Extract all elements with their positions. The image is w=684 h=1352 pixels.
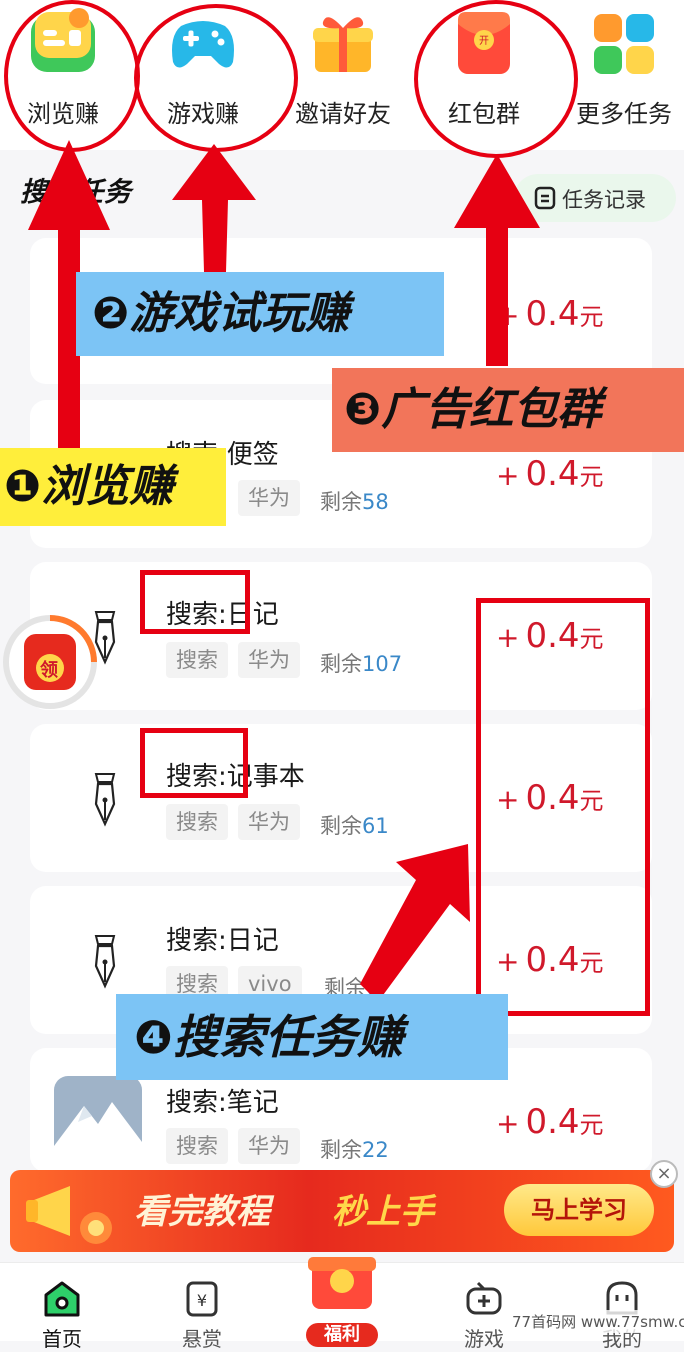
fountain-pen-icon <box>94 935 116 989</box>
remaining-count: 剩余58 <box>320 490 389 514</box>
annotation-label-browse: ❶浏览赚 <box>0 448 226 526</box>
task-log-button[interactable]: 任务记录 <box>514 174 676 222</box>
tutorial-banner[interactable]: 看完教程 秒上手 马上学习 <box>10 1170 674 1252</box>
highlight-circle <box>4 0 140 152</box>
shortcut-label: 邀请好友 <box>295 100 391 128</box>
banner-close-icon[interactable]: × <box>650 1160 678 1188</box>
task-log-label: 任务记录 <box>562 188 646 212</box>
banner-text: 看完教程 <box>134 1192 270 1232</box>
remaining-count: 剩余22 <box>320 1138 389 1162</box>
annotation-label-search-task: ❹搜索任务赚 <box>116 994 508 1080</box>
game-icon <box>466 1281 502 1315</box>
shortcut-label: 更多任务 <box>576 100 672 128</box>
bounty-icon: ¥ <box>186 1281 218 1317</box>
reward-amount: +0.4元 <box>496 1102 604 1142</box>
highlight-box <box>476 598 650 1016</box>
reward-amount: +0.4元 <box>496 294 604 334</box>
annotation-label-game-trial: ❷游戏试玩赚 <box>76 272 444 356</box>
fountain-pen-icon <box>94 773 116 827</box>
nav-label: 首页 <box>42 1327 82 1351</box>
home-icon <box>44 1281 80 1317</box>
learn-now-button[interactable]: 马上学习 <box>504 1184 654 1236</box>
badge-text: 领 <box>40 660 58 681</box>
more-tasks-icon <box>594 14 654 74</box>
nav-label-highlight: 福利 <box>306 1323 378 1347</box>
welfare-icon <box>308 1257 376 1309</box>
task-title: 搜索:日记 <box>166 926 279 956</box>
task-tag: 华为 <box>238 642 300 678</box>
svg-text:¥: ¥ <box>197 1291 207 1310</box>
task-tag: 华为 <box>238 1128 300 1164</box>
floating-red-envelope-button[interactable]: 领 <box>2 614 98 710</box>
app-icon <box>54 1076 142 1164</box>
highlight-box <box>140 570 250 634</box>
highlight-circle <box>134 4 298 152</box>
task-tag: 搜索 <box>166 1128 228 1164</box>
remaining-count: 剩余107 <box>320 652 403 676</box>
reward-amount: +0.4元 <box>496 454 604 494</box>
document-icon <box>534 186 556 210</box>
nav-label: 悬赏 <box>182 1327 222 1351</box>
highlight-circle <box>414 0 578 158</box>
remaining-count: 剩余61 <box>320 814 389 838</box>
task-title: 搜索:笔记 <box>166 1088 279 1118</box>
annotation-label-ad-red-envelope: ❸广告红包群 <box>332 368 684 452</box>
task-tag: 搜索 <box>166 642 228 678</box>
section-title: 搜索任务 <box>20 177 132 208</box>
task-tag: 搜索 <box>166 804 228 840</box>
banner-text-highlight: 秒上手 <box>332 1192 434 1232</box>
task-tag: 华为 <box>238 480 300 516</box>
highlight-box <box>140 728 248 798</box>
watermark: 77首码网 www.77smw.com <box>508 1310 684 1333</box>
megaphone-icon <box>26 1186 112 1244</box>
gift-box-icon <box>313 17 373 72</box>
task-tag: 华为 <box>238 804 300 840</box>
